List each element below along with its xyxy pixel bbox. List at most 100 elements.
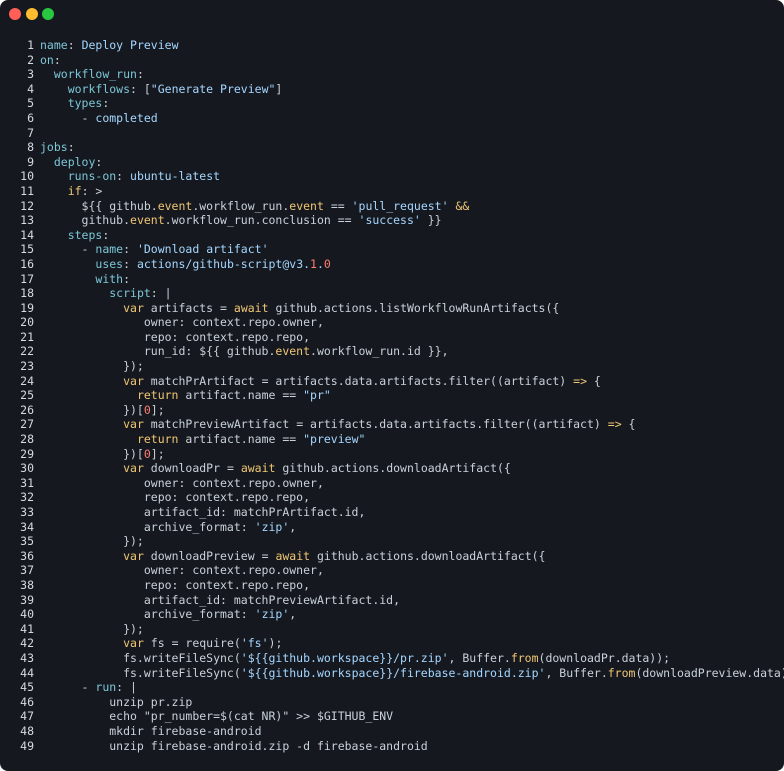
line-number: 41 (20, 621, 34, 636)
code-token: 1 (310, 256, 317, 271)
code-token: event (289, 198, 324, 213)
code-token: , Buffer. (545, 665, 608, 680)
code-token: github.actions.downloadArtifact({ (310, 548, 546, 563)
line-number: 34 (20, 519, 34, 534)
code-token: : (102, 227, 110, 242)
line-number: 26 (20, 402, 34, 417)
line-number: 38 (20, 577, 34, 592)
code-line: 19 var artifacts = await github.actions.… (0, 301, 784, 316)
line-source: - run: | (40, 680, 137, 695)
code-token: : (102, 96, 110, 111)
code-line: 27 var matchPreviewArtifact = artifacts.… (0, 417, 784, 432)
line-number: 8 (27, 140, 34, 155)
code-token: 0 (323, 256, 331, 271)
code-line: 42 var fs = require('fs'); (0, 636, 784, 651)
code-token: workflow_run (53, 67, 137, 82)
line-number: 1 (27, 38, 34, 52)
line-source: owner: context.repo.owner, (40, 476, 324, 491)
code-token: github.actions.listWorkflowRunArtifacts(… (268, 300, 560, 315)
code-token: .workflow_run.id }}, (310, 344, 449, 359)
code-line: 6 - completed (0, 111, 784, 126)
line-source: owner: context.repo.owner, (40, 563, 324, 578)
code-line: 24 var matchPrArtifact = artifacts.data.… (0, 374, 784, 389)
line-number: 35 (20, 534, 34, 549)
line-number: 23 (20, 359, 34, 374)
line-source: return artifact.name == "pr" (40, 388, 331, 403)
line-source: var matchPreviewArtifact = artifacts.dat… (40, 417, 635, 432)
code-token: completed (95, 110, 158, 125)
code-token: archive_format: (40, 607, 255, 622)
code-line: 40 archive_format: 'zip', (0, 607, 784, 622)
code-token: workflows (67, 81, 131, 96)
code-token: '${{github.workspace}}/pr.zip' (240, 650, 449, 665)
line-source: workflow_run: (40, 67, 144, 82)
code-line: 46 unzip pr.zip (0, 695, 784, 710)
line-number: 48 (20, 723, 34, 738)
code-line: 8 jobs: (0, 140, 784, 155)
code-token: })[ (40, 446, 144, 461)
code-token: : (95, 154, 103, 169)
code-token: artifact.name == (178, 432, 304, 447)
line-source: repo: context.repo.repo, (40, 330, 310, 345)
code-line: 11 if: > (0, 184, 784, 199)
code-token: await (275, 548, 311, 563)
code-token: downloadPr = (143, 461, 241, 476)
code-block[interactable]: 1 name: Deploy Preview 2 on: 3 workflow_run:… (0, 38, 784, 753)
line-source: on: (40, 53, 61, 68)
code-line: 1 name: Deploy Preview (0, 38, 784, 53)
code-token: artifact_id: matchPrArtifact.id, (40, 505, 366, 519)
line-source: run_id: ${{ github.event.workflow_run.id… (40, 344, 449, 359)
code-token: { (587, 373, 601, 388)
line-source: var fs = require('fs'); (40, 636, 282, 651)
line-source: - completed (40, 111, 158, 126)
line-number: 19 (20, 300, 34, 315)
code-line: 18 script: | (0, 286, 784, 301)
code-token: await (233, 300, 269, 315)
line-source: github.event.workflow_run.conclusion == … (40, 213, 442, 228)
maximize-window-button[interactable] (42, 8, 54, 20)
code-token: artifacts = (143, 300, 234, 315)
code-token: : | (150, 286, 172, 301)
code-line: 35 }); (0, 534, 784, 549)
code-token: run (95, 680, 117, 695)
code-token: '${{github.workspace}}/firebase-android.… (240, 665, 546, 680)
line-number: 46 (20, 694, 34, 709)
code-token: }); (40, 359, 144, 374)
minimize-window-button[interactable] (26, 8, 38, 20)
code-token: from (607, 665, 636, 680)
code-token: - (40, 242, 96, 257)
line-source: jobs: (40, 140, 75, 155)
code-token: ${{ github. (40, 198, 158, 213)
close-window-button[interactable] (9, 8, 21, 20)
code-token: artifact.name == (178, 388, 304, 403)
line-number: 37 (20, 563, 34, 578)
code-token: owner: context.repo.owner, (40, 475, 324, 490)
code-line: 20 owner: context.repo.owner, (0, 315, 784, 330)
code-token: repo: context.repo.repo, (40, 577, 311, 592)
code-line: 16 uses: actions/github-script@v3.1.0 (0, 257, 784, 272)
line-source: owner: context.repo.owner, (40, 315, 324, 330)
line-source: ${{ github.event.workflow_run.event == '… (40, 198, 470, 214)
code-token: unzip pr.zip (40, 694, 193, 709)
code-token: var (123, 300, 144, 315)
code-token: , (289, 519, 297, 534)
code-token: event (130, 213, 165, 228)
code-line: 33 artifact_id: matchPrArtifact.id, (0, 505, 784, 520)
code-line: 28 return artifact.name == "preview" (0, 432, 784, 447)
code-token: && (455, 198, 470, 213)
code-token: ]; (150, 402, 165, 417)
line-number: 36 (20, 548, 34, 563)
code-token: return (136, 432, 179, 447)
line-number: 7 (27, 125, 34, 140)
line-number: 44 (20, 665, 34, 680)
code-token: github. (40, 213, 131, 228)
code-token: 0 (143, 402, 151, 417)
code-token: : (123, 271, 131, 286)
code-line: 47 echo "pr_number=$(cat NR)" >> $GITHUB… (0, 709, 784, 724)
line-source: steps: (40, 227, 110, 243)
